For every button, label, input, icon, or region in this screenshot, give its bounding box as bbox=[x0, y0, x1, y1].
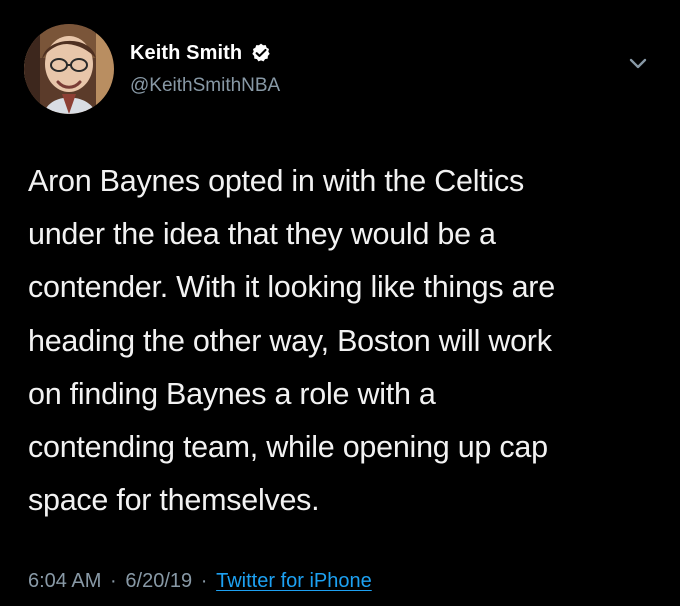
meta-separator: · bbox=[110, 570, 117, 592]
author-handle[interactable]: @KeithSmithNBA bbox=[130, 75, 280, 97]
tweet-card: Keith Smith @KeithSmithNBA Aron Baynes o… bbox=[0, 0, 680, 606]
verified-badge-icon bbox=[250, 42, 272, 64]
chevron-down-icon[interactable] bbox=[624, 49, 652, 77]
tweet-text: Aron Baynes opted in with the Celtics un… bbox=[28, 164, 555, 518]
tweet-meta: 6:04 AM · 6/20/19 · Twitter for iPhone bbox=[28, 570, 372, 593]
tweet-time: 6:04 AM bbox=[28, 570, 102, 592]
author-avatar[interactable] bbox=[24, 24, 114, 114]
tweet-source-link[interactable]: Twitter for iPhone bbox=[216, 570, 372, 593]
author-display-name[interactable]: Keith Smith bbox=[130, 42, 242, 65]
tweet-date: 6/20/19 bbox=[125, 570, 193, 592]
meta-separator: · bbox=[200, 570, 208, 592]
author-name-row: Keith Smith bbox=[130, 39, 272, 67]
